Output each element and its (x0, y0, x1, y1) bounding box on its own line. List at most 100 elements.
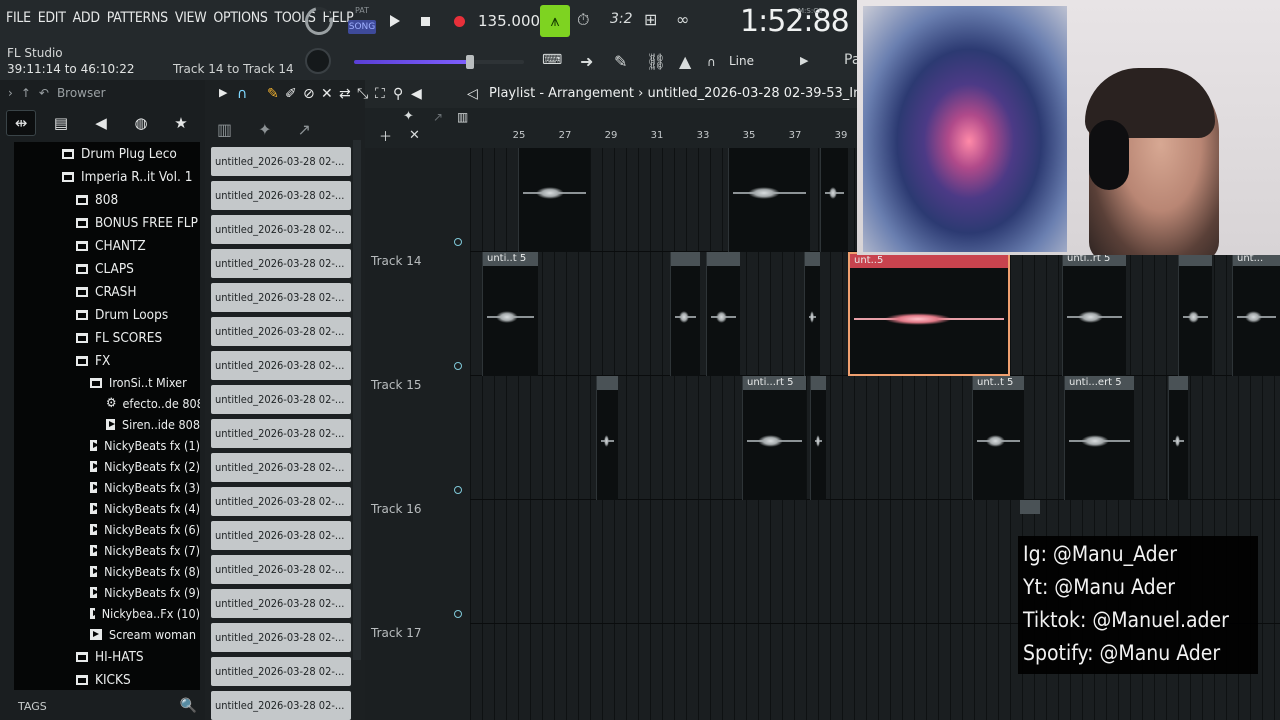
clip-source-item[interactable]: untitled_2026-03-28 02-... (211, 147, 351, 176)
menu-file[interactable]: FILE (6, 10, 31, 26)
browser-item[interactable]: Imperia R..it Vol. 1 (14, 165, 200, 188)
audio-clip[interactable]: unti..t 5 (482, 252, 538, 376)
clip-header[interactable]: unti...ert 5 (1065, 376, 1134, 390)
audio-clip[interactable] (804, 252, 820, 376)
snap-next-icon[interactable]: ▶ (800, 54, 808, 67)
track-header-13[interactable] (365, 128, 470, 252)
select-tool-icon[interactable]: ⛶ (375, 86, 385, 102)
browser-item[interactable]: CHANTZ (14, 234, 200, 257)
track-header[interactable]: Track 16 (365, 500, 470, 624)
track-name[interactable]: Track 16 (371, 502, 421, 516)
clip-header[interactable] (811, 376, 826, 390)
stop-button[interactable] (412, 8, 438, 34)
clip-header[interactable]: unti...rt 5 (743, 376, 806, 390)
audio-clip[interactable]: unti...rt 5 (742, 376, 806, 500)
clip-header[interactable] (707, 252, 740, 266)
track-enable-dot[interactable] (454, 362, 462, 370)
audio-clip[interactable] (810, 376, 826, 500)
clip-source-item[interactable]: untitled_2026-03-28 02-... (211, 385, 351, 414)
keyboard-icon[interactable]: ⌨ (542, 52, 562, 68)
audio-clip[interactable]: unt..5 (848, 252, 1010, 376)
clip-source-item[interactable]: untitled_2026-03-28 02-... (211, 249, 351, 278)
playlist-lane[interactable] (470, 376, 1280, 500)
clip-source-item[interactable]: untitled_2026-03-28 02-... (211, 453, 351, 482)
audio-clip[interactable] (820, 148, 848, 252)
collapse-icon[interactable]: › (8, 86, 13, 100)
browser-item[interactable]: Nickybea..Fx (10) (14, 603, 200, 624)
audio-clip[interactable]: unti...ert 5 (1064, 376, 1134, 500)
piano-roll-icon[interactable]: ▥ (217, 120, 232, 139)
browser-item[interactable]: CRASH (14, 280, 200, 303)
menu-view[interactable]: VIEW (175, 10, 207, 26)
browser-item[interactable]: Drum Loops (14, 303, 200, 326)
clip-source-item[interactable]: untitled_2026-03-28 02-... (211, 589, 351, 618)
song-time-clock[interactable]: 1:52:88 (740, 4, 850, 39)
browser-item[interactable]: Siren..ide 808 (14, 414, 200, 435)
plugins-tab-icon[interactable]: ◀ (86, 110, 116, 136)
metronome-small-icon[interactable]: ▲ (679, 52, 691, 71)
track-header[interactable]: Track 14 (365, 252, 470, 376)
clip-list-scrollbar[interactable] (353, 140, 361, 660)
track-enable-dot[interactable] (454, 238, 462, 246)
track-name[interactable]: Track 17 (371, 626, 421, 640)
project-tab-icon[interactable]: ▤ (46, 110, 76, 136)
wait-input-icon[interactable]: ⏱ (577, 10, 589, 30)
loop-record-icon[interactable]: ∞ (676, 10, 689, 29)
metronome-button[interactable]: ⩚ (540, 5, 570, 37)
browser-item[interactable]: Drum Plug Leco (14, 142, 200, 165)
clip-source-item[interactable]: untitled_2026-03-28 02-... (211, 487, 351, 516)
favorites-tab-icon[interactable]: ★ (166, 110, 196, 136)
browser-item[interactable]: NickyBeats fx (4) (14, 498, 200, 519)
clip-source-item[interactable]: untitled_2026-03-28 02-... (211, 419, 351, 448)
all-files-tab-icon[interactable]: ⇹ (6, 110, 36, 136)
magnet-snap-icon[interactable]: ∩ (237, 86, 247, 102)
back-icon[interactable]: ↶ (39, 86, 49, 100)
clip-source-item[interactable]: untitled_2026-03-28 02-... (211, 521, 351, 550)
browser-item[interactable]: BONUS FREE FLP (14, 211, 200, 234)
audio-clip[interactable]: unti..rt 5 (1062, 252, 1126, 376)
browser-item[interactable]: NickyBeats fx (8) (14, 561, 200, 582)
browser-item[interactable]: 808 (14, 188, 200, 211)
master-volume-knob[interactable] (299, 1, 339, 41)
pat-song-toggle[interactable]: PAT SONG (346, 6, 378, 36)
step-edit-icon[interactable]: ⊞ (644, 10, 657, 29)
clip-header[interactable] (597, 376, 618, 390)
clip-source-item[interactable]: untitled_2026-03-28 02-... (211, 657, 351, 686)
clip-source-item[interactable]: untitled_2026-03-28 02-... (211, 351, 351, 380)
snap-mode-select[interactable]: Line (729, 54, 754, 68)
browser-item[interactable]: NickyBeats fx (1) (14, 435, 200, 456)
browser-item[interactable]: NickyBeats fx (2) (14, 456, 200, 477)
tags-label[interactable]: TAGS (18, 700, 47, 713)
browser-item[interactable]: CLAPS (14, 257, 200, 280)
slip-tool-icon[interactable]: ⇄ (339, 86, 351, 102)
clip-source-item[interactable]: untitled_2026-03-28 02-... (211, 623, 351, 652)
search-icon[interactable]: 🔍 (180, 698, 197, 714)
zoom-tool-icon[interactable]: ⚲ (393, 86, 403, 102)
clip-source-item[interactable]: untitled_2026-03-28 02-... (211, 283, 351, 312)
playback-tool-icon[interactable]: ◀ (411, 86, 422, 102)
audio-clip[interactable] (596, 376, 618, 500)
clip-header[interactable] (1020, 500, 1040, 514)
browser-item[interactable]: NickyBeats fx (6) (14, 519, 200, 540)
track-enable-dot[interactable] (454, 610, 462, 618)
clip-source-item[interactable]: untitled_2026-03-28 02-... (211, 555, 351, 584)
browser-item[interactable]: Scream woman (14, 624, 200, 645)
clip-source-item[interactable]: untitled_2026-03-28 02-... (211, 181, 351, 210)
clip-header[interactable]: unt..t 5 (973, 376, 1024, 390)
globe-tab-icon[interactable]: ◍ (126, 110, 156, 136)
playlist-menu-arrow-icon[interactable]: ▶ (219, 86, 227, 99)
audio-clip[interactable] (706, 252, 740, 376)
master-pitch-knob[interactable] (305, 48, 331, 74)
browser-item[interactable]: FX (14, 349, 200, 372)
audio-clip[interactable] (1020, 500, 1040, 516)
up-arrow-icon[interactable]: ↑ (21, 86, 31, 100)
clip-source-item[interactable]: untitled_2026-03-28 02-... (211, 317, 351, 346)
audio-clip[interactable] (1178, 252, 1212, 376)
menu-edit[interactable]: EDIT (38, 10, 66, 26)
audio-clip[interactable] (670, 252, 700, 376)
clip-source-item[interactable]: untitled_2026-03-28 02-... (211, 215, 351, 244)
mute-tool-icon[interactable]: ✕ (321, 86, 333, 102)
audio-clip[interactable] (1168, 376, 1188, 500)
track-enable-dot[interactable] (454, 486, 462, 494)
menu-add[interactable]: ADD (73, 10, 100, 26)
